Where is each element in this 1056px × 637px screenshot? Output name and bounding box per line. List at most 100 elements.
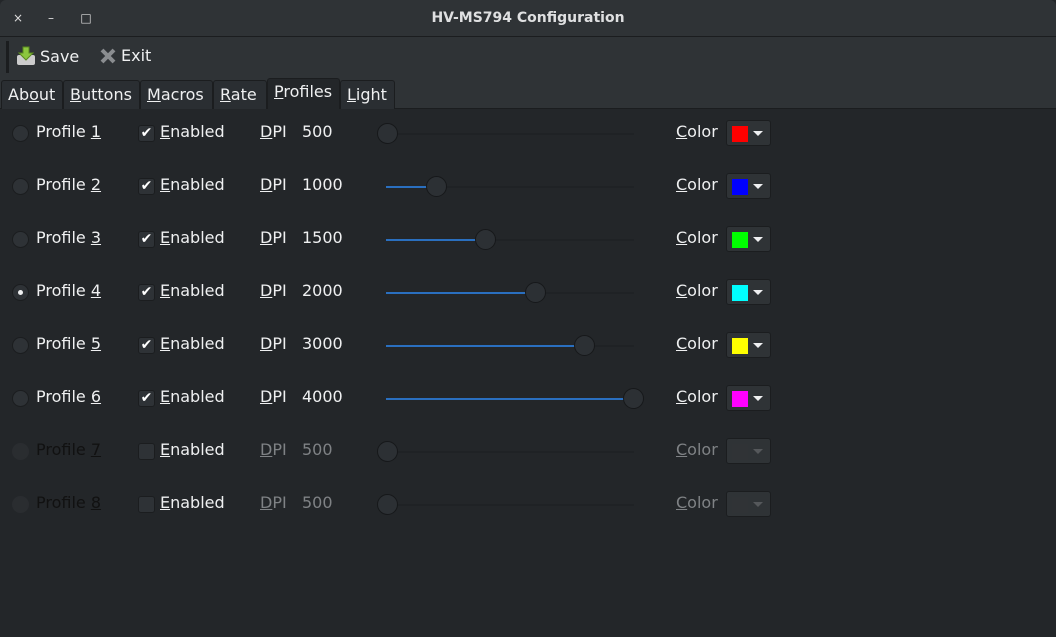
- exit-label: Exit: [121, 46, 152, 65]
- dpi-label: DPI: [260, 175, 287, 194]
- color-swatch: [732, 497, 748, 513]
- check-icon: ✔: [140, 337, 153, 353]
- profile-radio[interactable]: [12, 496, 29, 513]
- dpi-slider[interactable]: [377, 123, 634, 144]
- enabled-checkbox[interactable]: [138, 496, 155, 513]
- dpi-label: DPI: [260, 122, 287, 141]
- color-picker-button[interactable]: [726, 491, 771, 517]
- enabled-checkbox[interactable]: ✔: [138, 337, 155, 354]
- dpi-slider[interactable]: [386, 176, 634, 197]
- slider-handle[interactable]: [475, 229, 497, 250]
- slider-handle[interactable]: [573, 335, 595, 356]
- dpi-slider[interactable]: [377, 441, 634, 462]
- check-icon: ✔: [140, 178, 153, 194]
- save-icon: [17, 46, 35, 65]
- check-icon: ✔: [140, 390, 153, 406]
- enabled-checkbox[interactable]: ✔: [138, 125, 155, 142]
- profile-label: Profile 5: [36, 334, 102, 353]
- color-swatch: [732, 126, 748, 142]
- enabled-checkbox[interactable]: [138, 443, 155, 460]
- dpi-slider[interactable]: [386, 229, 634, 250]
- slider-handle[interactable]: [377, 441, 398, 462]
- dropdown-arrow-icon: [753, 184, 763, 189]
- color-label: Color: [676, 334, 718, 353]
- enabled-checkbox[interactable]: ✔: [138, 284, 155, 301]
- color-picker-button[interactable]: [726, 173, 771, 199]
- slider-handle[interactable]: [377, 123, 398, 144]
- save-label: Save: [40, 46, 80, 66]
- profile-row: Profile 2 ✔ Enabled DPI 1000 Color: [0, 171, 1056, 201]
- profile-radio[interactable]: [12, 337, 29, 354]
- color-picker-button[interactable]: [726, 226, 771, 252]
- tab-label: Rate: [220, 85, 257, 104]
- slider-handle[interactable]: [623, 388, 644, 409]
- dpi-slider[interactable]: [386, 388, 644, 409]
- tab-macros[interactable]: Macros: [140, 80, 213, 109]
- color-swatch: [732, 391, 748, 407]
- profile-radio[interactable]: [12, 390, 29, 407]
- slider-handle[interactable]: [377, 494, 398, 515]
- slider-handle[interactable]: [524, 282, 546, 303]
- color-swatch: [732, 338, 748, 354]
- dropdown-arrow-icon: [753, 396, 763, 401]
- profile-radio[interactable]: [12, 231, 29, 248]
- exit-button[interactable]: Exit: [99, 46, 151, 65]
- profile-row: Profile 6 ✔ Enabled DPI 4000 Color: [0, 383, 1056, 413]
- enabled-label: Enabled: [160, 122, 225, 141]
- color-picker-button[interactable]: [726, 279, 771, 305]
- color-picker-button[interactable]: [726, 120, 771, 146]
- profile-radio[interactable]: [12, 443, 29, 460]
- slider-fill: [386, 239, 486, 241]
- color-label: Color: [676, 493, 718, 512]
- toolbar-grip[interactable]: [6, 41, 9, 73]
- tab-profiles[interactable]: Profiles: [267, 78, 340, 109]
- dpi-label: DPI: [260, 440, 287, 459]
- dpi-value: 500: [302, 493, 333, 512]
- tab-buttons[interactable]: Buttons: [63, 80, 140, 109]
- profile-radio[interactable]: [12, 284, 29, 301]
- color-label: Color: [676, 387, 718, 406]
- save-button[interactable]: Save: [16, 46, 79, 66]
- enabled-label: Enabled: [160, 440, 225, 459]
- tab-label: About: [8, 85, 56, 104]
- profile-label: Profile 8: [36, 493, 102, 512]
- window-title: HV-MS794 Configuration: [431, 10, 625, 26]
- profile-label: Profile 3: [36, 228, 102, 247]
- slider-fill: [386, 292, 535, 294]
- color-picker-button[interactable]: [726, 332, 771, 358]
- dpi-slider[interactable]: [377, 494, 634, 515]
- dpi-value: 500: [302, 122, 333, 141]
- color-picker-button[interactable]: [726, 438, 771, 464]
- dropdown-arrow-icon: [753, 502, 763, 507]
- profile-radio[interactable]: [12, 125, 29, 142]
- dpi-slider[interactable]: [386, 282, 634, 303]
- slider-handle[interactable]: [426, 176, 448, 197]
- color-label: Color: [676, 122, 718, 141]
- color-swatch: [732, 285, 748, 301]
- profile-label: Profile 1: [36, 122, 102, 141]
- dpi-value: 3000: [302, 334, 343, 353]
- check-icon: ✔: [140, 231, 153, 247]
- tab-label: Buttons: [70, 85, 132, 104]
- profile-label: Profile 4: [36, 281, 102, 300]
- enabled-checkbox[interactable]: ✔: [138, 231, 155, 248]
- enabled-label: Enabled: [160, 493, 225, 512]
- enabled-label: Enabled: [160, 334, 225, 353]
- color-picker-button[interactable]: [726, 385, 771, 411]
- enabled-checkbox[interactable]: ✔: [138, 390, 155, 407]
- tab-light[interactable]: Light: [340, 80, 395, 109]
- toolbar: Save Exit: [0, 37, 1056, 78]
- dpi-value: 1000: [302, 175, 343, 194]
- tab-bar: About Buttons Macros Rate Profiles Light: [0, 78, 1056, 109]
- enabled-checkbox[interactable]: ✔: [138, 178, 155, 195]
- color-label: Color: [676, 440, 718, 459]
- title-bar: × – □ HV-MS794 Configuration: [0, 0, 1056, 37]
- check-icon: ✔: [140, 284, 153, 300]
- profile-label: Profile 2: [36, 175, 102, 194]
- profile-radio[interactable]: [12, 178, 29, 195]
- tab-rate[interactable]: Rate: [213, 80, 267, 109]
- slider-fill: [386, 398, 634, 400]
- tab-about[interactable]: About: [1, 80, 63, 109]
- dpi-slider[interactable]: [386, 335, 634, 356]
- check-icon: ✔: [140, 125, 153, 141]
